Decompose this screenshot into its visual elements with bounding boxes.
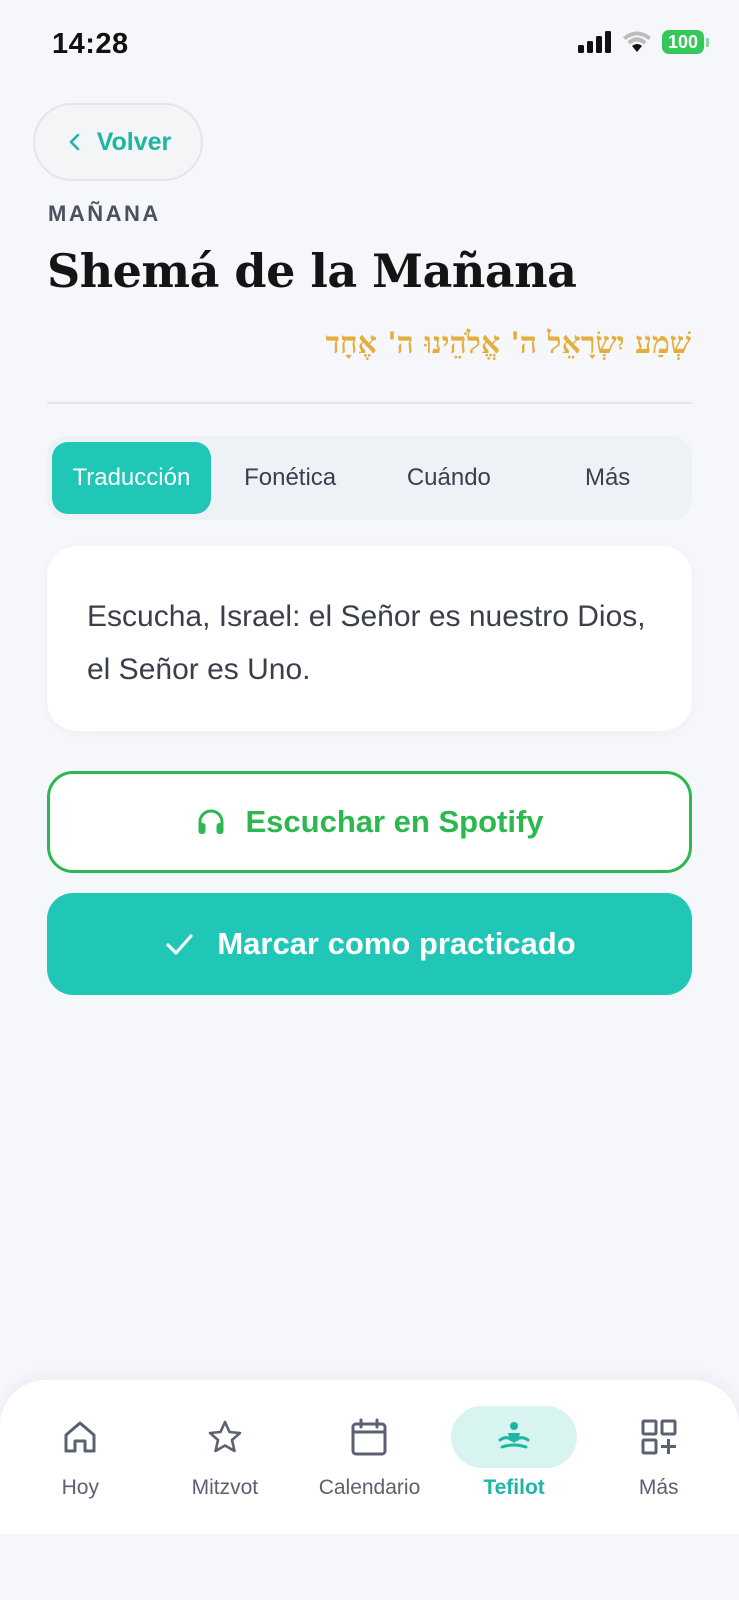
nav-item-hoy[interactable]: Hoy xyxy=(10,1380,150,1500)
nav-icon-wrap-hoy xyxy=(17,1406,143,1468)
nav-label-hoy: Hoy xyxy=(61,1476,99,1499)
mark-practiced-button[interactable]: Marcar como practicado xyxy=(47,893,692,995)
back-label: Volver xyxy=(96,127,172,156)
section-label: MAÑANA xyxy=(48,201,161,226)
check-icon xyxy=(166,934,193,955)
tab-bar: Traducción Fonética Cuándo Más xyxy=(47,436,692,520)
calendar-icon xyxy=(351,1418,387,1456)
nav-label-mitzvot: Mitzvot xyxy=(191,1476,259,1499)
nav-icon-wrap-mas xyxy=(596,1406,722,1468)
bottom-nav: Hoy Mitzvot Calendario Tefilot Más xyxy=(0,1380,739,1534)
status-icons: 100 xyxy=(577,30,709,54)
nav-item-mas[interactable]: Más xyxy=(589,1380,729,1500)
practice-label: Marcar como practicado xyxy=(217,926,576,961)
battery-tip xyxy=(706,37,709,47)
wifi-icon xyxy=(622,31,651,52)
translation-card: Escucha, Israel: el Señor es nuestro Dio… xyxy=(47,546,692,731)
headphones-icon xyxy=(198,809,224,834)
nav-item-tefilot[interactable]: Tefilot xyxy=(444,1380,584,1500)
spotify-label: Escuchar en Spotify xyxy=(245,804,544,839)
nav-icon-wrap-mitzvot xyxy=(162,1406,288,1468)
status-bar: 14:28 100 xyxy=(0,0,739,90)
home-indicator-area xyxy=(0,1534,739,1600)
nav-icon-wrap-calendario xyxy=(306,1406,432,1468)
tab-fonetica[interactable]: Fonética xyxy=(211,442,370,514)
status-time: 14:28 xyxy=(52,28,129,60)
nav-icon-wrap-tefilot xyxy=(451,1406,578,1468)
page-title: Shemá de la Mañana xyxy=(47,244,577,298)
nav-label-mas: Más xyxy=(638,1476,679,1499)
hebrew-prayer-text: שְׁמַע יִשְׂרָאֵל ה' אֱלֹהֵינוּ ה' אֶחָד xyxy=(325,326,691,361)
nav-label-calendario: Calendario xyxy=(318,1476,421,1499)
battery-level: 100 xyxy=(661,30,704,54)
home-icon xyxy=(64,1421,96,1453)
nav-item-mitzvot[interactable]: Mitzvot xyxy=(155,1380,295,1500)
chevron-left-icon xyxy=(69,133,80,151)
star-icon xyxy=(208,1420,242,1453)
battery-icon: 100 xyxy=(661,30,709,54)
signal-icon xyxy=(577,31,611,53)
nav-item-calendario[interactable]: Calendario xyxy=(299,1380,439,1500)
translation-text: Escucha, Israel: el Señor es nuestro Dio… xyxy=(87,600,646,686)
grid-plus-icon xyxy=(641,1419,677,1455)
tab-mas[interactable]: Más xyxy=(528,442,687,514)
spotify-button[interactable]: Escuchar en Spotify xyxy=(47,771,692,873)
tab-cuando[interactable]: Cuándo xyxy=(370,442,529,514)
back-button[interactable]: Volver xyxy=(33,103,203,181)
nav-label-tefilot: Tefilot xyxy=(483,1476,545,1499)
divider xyxy=(47,402,692,404)
prayer-icon xyxy=(498,1422,530,1449)
tab-traduccion[interactable]: Traducción xyxy=(52,442,211,514)
